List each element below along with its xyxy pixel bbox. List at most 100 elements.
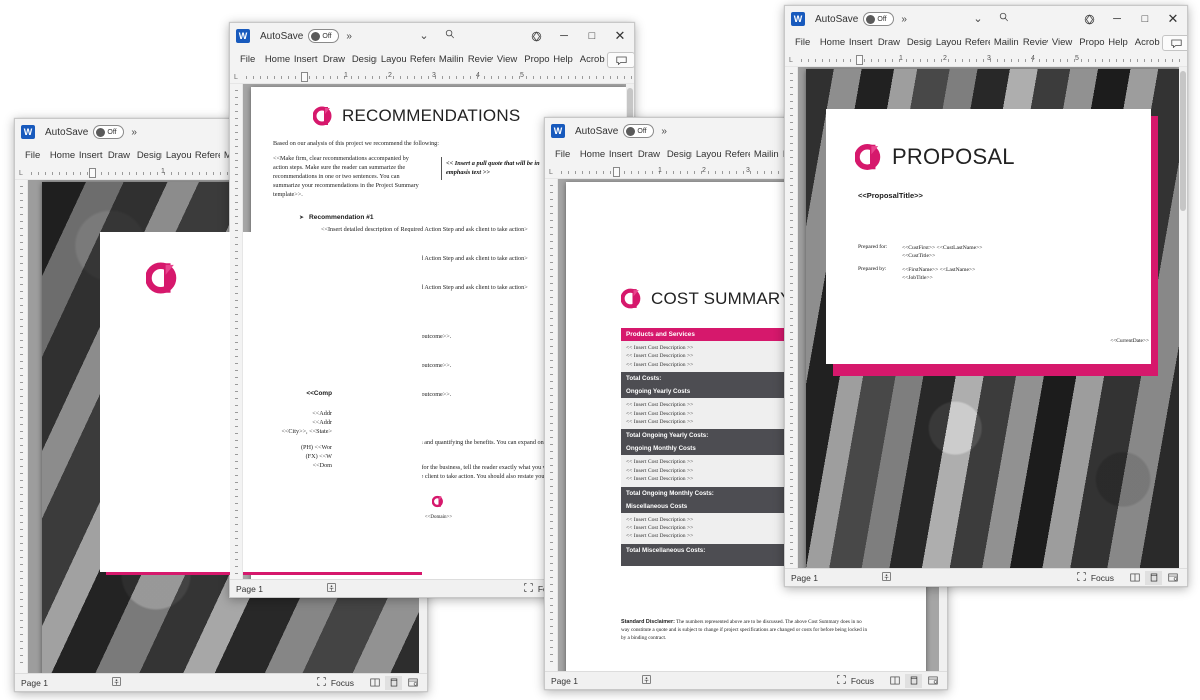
tab-references[interactable]: References: [721, 144, 751, 166]
word-window-proposal-cover[interactable]: W AutoSave Off » ⌄ ─ □ ✕ File Home Inser…: [784, 5, 1188, 587]
comments-button[interactable]: [1162, 35, 1187, 51]
ribbon-display-chevron-icon[interactable]: ⌄: [411, 23, 437, 49]
tab-acrobat[interactable]: Acrobat: [1131, 32, 1161, 54]
tab-home[interactable]: Home: [261, 49, 290, 71]
tab-draw[interactable]: Draw: [319, 49, 348, 71]
tab-view[interactable]: View: [1048, 32, 1075, 54]
autosave-toggle[interactable]: Off: [308, 29, 340, 43]
overflow-chevron-icon[interactable]: »: [901, 14, 907, 25]
tab-references[interactable]: References: [191, 145, 221, 167]
status-bar[interactable]: Page 1 Focus: [545, 671, 947, 689]
tab-proposal[interactable]: Proposal: [1076, 32, 1105, 54]
tab-review[interactable]: Review: [1019, 32, 1049, 54]
focus-icon[interactable]: [833, 675, 851, 686]
search-icon[interactable]: [991, 6, 1017, 32]
tab-draw[interactable]: Draw: [874, 32, 903, 54]
tab-home[interactable]: Home: [816, 32, 845, 54]
focus-label[interactable]: Focus: [851, 676, 874, 686]
tab-layout[interactable]: Layout: [377, 49, 407, 71]
print-layout-icon[interactable]: [905, 673, 922, 688]
ribbon-display-chevron-icon[interactable]: ⌄: [965, 6, 991, 32]
autosave-toggle[interactable]: Off: [93, 125, 125, 139]
tab-design[interactable]: Design: [663, 144, 693, 166]
page-indicator[interactable]: Page 1: [551, 676, 578, 686]
focus-label[interactable]: Focus: [331, 678, 354, 688]
tab-references[interactable]: References: [406, 49, 436, 71]
accessibility-icon[interactable]: [323, 583, 341, 594]
tab-help[interactable]: Help: [1105, 32, 1132, 54]
accessibility-icon[interactable]: [638, 675, 656, 686]
autosave-toggle[interactable]: Off: [623, 124, 655, 138]
tab-mailings[interactable]: Mailings: [990, 32, 1020, 54]
maximize-button[interactable]: □: [1131, 6, 1159, 32]
tab-file[interactable]: File: [549, 144, 576, 166]
web-layout-icon[interactable]: [404, 676, 421, 690]
focus-icon[interactable]: [520, 583, 538, 594]
accessibility-icon[interactable]: [878, 572, 896, 583]
page-indicator[interactable]: Page 1: [21, 678, 48, 688]
web-layout-icon[interactable]: [924, 674, 941, 688]
print-layout-icon[interactable]: [385, 675, 402, 690]
page-indicator[interactable]: Page 1: [791, 573, 818, 583]
close-button[interactable]: ✕: [1159, 6, 1187, 32]
tab-file[interactable]: File: [234, 49, 261, 71]
ribbon-tabs[interactable]: File Home Insert Draw Design Layout Refe…: [230, 49, 634, 71]
tab-layout[interactable]: Layout: [162, 145, 192, 167]
print-layout-icon[interactable]: [1145, 570, 1162, 585]
read-mode-icon[interactable]: [886, 674, 903, 688]
tab-insert[interactable]: Insert: [290, 49, 319, 71]
tab-home[interactable]: Home: [576, 144, 605, 166]
tab-design[interactable]: Design: [903, 32, 933, 54]
tab-insert[interactable]: Insert: [75, 145, 104, 167]
tab-draw[interactable]: Draw: [634, 144, 663, 166]
minimize-button[interactable]: ─: [1103, 6, 1131, 32]
tab-acrobat[interactable]: Acrobat: [576, 49, 606, 71]
read-mode-icon[interactable]: [1126, 571, 1143, 585]
overflow-chevron-icon[interactable]: »: [661, 126, 667, 137]
overflow-chevron-icon[interactable]: »: [346, 31, 352, 42]
search-icon[interactable]: [437, 23, 463, 49]
focus-label[interactable]: Focus: [1091, 573, 1114, 583]
tab-insert[interactable]: Insert: [605, 144, 634, 166]
tab-insert[interactable]: Insert: [845, 32, 874, 54]
tab-mailings[interactable]: Mailings: [435, 49, 465, 71]
tab-layout[interactable]: Layout: [932, 32, 962, 54]
close-button[interactable]: ✕: [606, 23, 634, 49]
web-layout-icon[interactable]: [1164, 571, 1181, 585]
status-bar[interactable]: Page 1 Focus: [15, 673, 427, 691]
ruler-indent-marker[interactable]: [856, 55, 863, 65]
document-page[interactable]: PROPOSAL <<ProposalTitle>> Prepared for:…: [806, 69, 1179, 568]
tab-references[interactable]: References: [961, 32, 991, 54]
tab-file[interactable]: File: [19, 145, 46, 167]
tab-file[interactable]: File: [789, 32, 816, 54]
tab-home[interactable]: Home: [46, 145, 75, 167]
focus-icon[interactable]: [313, 677, 331, 688]
account-diamond-icon[interactable]: [1075, 6, 1103, 32]
titlebar[interactable]: W AutoSave Off » ⌄ ─ □ ✕: [230, 23, 634, 49]
ribbon-tabs[interactable]: File Home Insert Draw Design Layout Refe…: [785, 32, 1187, 54]
maximize-button[interactable]: □: [578, 23, 606, 49]
tab-review[interactable]: Review: [464, 49, 494, 71]
document-area[interactable]: <<Comp <<Addr <<Addr <<City>>, <<State> …: [15, 180, 427, 673]
minimize-button[interactable]: ─: [550, 23, 578, 49]
overflow-chevron-icon[interactable]: »: [131, 127, 137, 138]
ruler-indent-marker[interactable]: [301, 72, 308, 82]
page-indicator[interactable]: Page 1: [236, 584, 263, 594]
tab-view[interactable]: View: [493, 49, 520, 71]
tab-layout[interactable]: Layout: [692, 144, 722, 166]
document-area[interactable]: PROPOSAL <<ProposalTitle>> Prepared for:…: [785, 67, 1187, 568]
tab-proposal[interactable]: Proposal: [521, 49, 550, 71]
ruler-indent-marker[interactable]: [89, 168, 96, 178]
accessibility-icon[interactable]: [108, 677, 126, 688]
comments-button[interactable]: [607, 52, 634, 68]
tab-mailings[interactable]: Mailings: [750, 144, 780, 166]
tab-draw[interactable]: Draw: [104, 145, 133, 167]
titlebar[interactable]: W AutoSave Off » ⌄ ─ □ ✕: [785, 6, 1187, 32]
vertical-scrollbar[interactable]: [1179, 67, 1187, 568]
status-bar[interactable]: Page 1 Focus: [785, 568, 1187, 586]
scrollbar-thumb[interactable]: [1180, 71, 1186, 211]
tab-help[interactable]: Help: [550, 49, 577, 71]
tab-design[interactable]: Design: [348, 49, 378, 71]
account-diamond-icon[interactable]: [522, 23, 550, 49]
tab-design[interactable]: Design: [133, 145, 163, 167]
